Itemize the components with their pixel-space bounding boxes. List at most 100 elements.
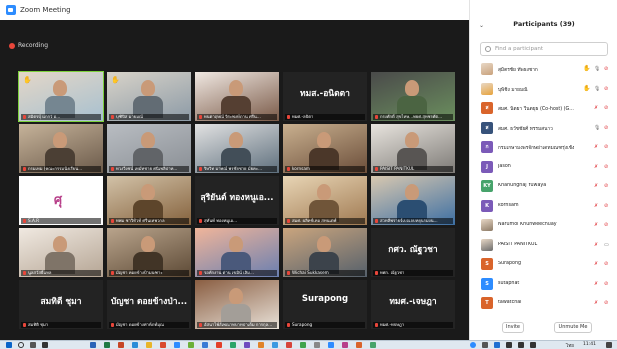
microphone-muted-icon[interactable]: ✗ [594, 222, 598, 228]
participant-row[interactable]: สุมิตรชัย ทัพธงชาก ✋ 🎙 ⊘ [470, 60, 617, 79]
start-icon[interactable] [6, 342, 12, 348]
participant-row[interactable]: Kkornsam ✗ ⊘ [470, 197, 617, 216]
video-tile[interactable]: กรงศักดิ์ สุขไทษ...ทยศ.สุหชรศัต... [371, 72, 455, 121]
video-off-icon[interactable]: ⊘ [604, 86, 608, 92]
task-view-icon[interactable] [30, 342, 36, 348]
chrome-icon[interactable] [160, 342, 166, 348]
video-tile[interactable]: Surapong Surapong [283, 280, 367, 329]
participant-row[interactable]: ส สมศ. ธวัชชัยศ์ ทรรมสนาว 🎙 ⊘ [470, 119, 617, 138]
video-off-icon[interactable]: ⊘ [604, 125, 608, 131]
tray-icon[interactable] [470, 342, 476, 348]
notification-icon[interactable] [606, 342, 612, 348]
video-camera-icon[interactable]: ▭ [604, 242, 609, 248]
taskbar-app-icon[interactable] [300, 342, 306, 348]
edge-icon[interactable] [132, 342, 138, 348]
microphone-icon[interactable]: 🎙 [594, 86, 600, 92]
taskbar-app-icon[interactable] [356, 342, 362, 348]
video-tile[interactable]: ทวงวีงชน์ เทมัทชาย ศนิเพลิปาท... [107, 124, 191, 173]
taskbar-app-icon[interactable] [370, 342, 376, 348]
participant-row[interactable]: J Jason ✗ ⊘ [470, 158, 617, 177]
participant-row[interactable]: Narumol Khunweechuay ✗ ⊘ [470, 216, 617, 235]
participant-row[interactable]: Ttawatchai ✗ ⊘ [470, 294, 617, 313]
invite-button[interactable]: Invite [502, 322, 524, 333]
video-tile[interactable]: kornsam [283, 124, 367, 173]
video-tile[interactable]: ศุ S.A.R [19, 176, 103, 225]
word-icon[interactable] [90, 342, 96, 348]
file-explorer-icon[interactable] [146, 342, 152, 348]
video-off-icon[interactable]: ⊘ [604, 105, 608, 111]
video-tile[interactable]: สมศ. ผลิทช์เทอ สทนเตพ์ [283, 176, 367, 225]
video-off-icon[interactable]: ⊘ [604, 144, 608, 150]
participant-row[interactable]: PAISIT PANITKUL ✗ ▭ [470, 236, 617, 255]
microphone-muted-icon[interactable]: ✗ [594, 300, 598, 306]
video-off-icon[interactable]: ⊘ [604, 203, 608, 209]
microphone-muted-icon[interactable]: ✗ [594, 183, 598, 189]
tray-icon[interactable] [506, 342, 512, 348]
taskbar-app-icon[interactable] [314, 342, 320, 348]
video-off-icon[interactable]: ⊘ [604, 66, 608, 72]
video-tile[interactable]: ริษวิท มาพณ์ พรชัยชาย มัยคะ... [195, 124, 279, 173]
video-tile[interactable]: บัญชา ดอยข้างป่า... มัญชา ดอยข้างท่าท์ภท์… [107, 280, 191, 329]
taskbar-app-icon[interactable] [202, 342, 208, 348]
video-tile[interactable]: สมทิตี ชุมา สมทิติ ชุมา [19, 280, 103, 329]
microphone-muted-icon[interactable]: ✗ [594, 281, 598, 287]
video-tile[interactable]: กศว. ณัฐวชา ทศก. ณัฐวชา [371, 228, 455, 277]
video-tile[interactable]: มัญชา คอยข้างป้ามนฑาะ [107, 228, 191, 277]
video-tile[interactable]: ทมส.-อนิตตา ทมศ.-ลบิตา [283, 72, 367, 121]
video-tile[interactable]: ทมศ.-เจษฎา ทมศ.-ทจษฎา [371, 280, 455, 329]
onedrive-icon[interactable] [494, 342, 500, 348]
clock[interactable]: 11:41 [583, 342, 596, 347]
line-icon[interactable] [188, 342, 194, 348]
video-tile[interactable]: ทพม ชาวิทัวท์ ศรีนเทพวกล [107, 176, 191, 225]
powerpoint-icon[interactable] [118, 342, 124, 348]
taskbar-app-icon[interactable] [244, 342, 250, 348]
participant-row[interactable]: KY Khanungnaj Yuwaya ✗ ⊘ [470, 177, 617, 196]
video-tile[interactable]: ทนตาฤษณ์ จิระพงษ์ภาน ศรีน... [195, 72, 279, 121]
participant-row[interactable]: S Surapong ✗ ⊘ [470, 255, 617, 274]
participant-row[interactable]: บุพิชิง มายมณิ ✋ 🎙 ⊘ [470, 80, 617, 99]
participant-row[interactable]: Ssutaphat ✗ ⊘ [470, 275, 617, 294]
microphone-muted-icon[interactable]: ✗ [594, 105, 598, 111]
microphone-muted-icon[interactable]: ✗ [594, 261, 598, 267]
taskbar-app-icon[interactable] [42, 342, 48, 348]
volume-icon[interactable] [530, 342, 536, 348]
video-tile[interactable]: สุริยันต์ ทองหนูเอ... สุทันท์ ทองทมูเอ... [195, 176, 279, 225]
microphone-muted-icon[interactable]: ✗ [594, 144, 598, 150]
language-indicator[interactable]: ไทย [566, 342, 574, 349]
microphone-icon[interactable]: 🎙 [594, 125, 600, 131]
video-tile[interactable]: กรมเทม (คณะกรรมนังเรียน... [19, 124, 103, 173]
video-off-icon[interactable]: ⊘ [604, 300, 608, 306]
participant-row[interactable]: ก กรมเกษามงพรจักษย่าเดทมณฑรุ่งเช้ง ✗ ⊘ [470, 138, 617, 157]
video-off-icon[interactable]: ⊘ [604, 164, 608, 170]
taskbar-app-icon[interactable] [258, 342, 264, 348]
video-off-icon[interactable]: ⊘ [604, 222, 608, 228]
taskbar-app-icon[interactable] [216, 342, 222, 348]
taskbar-app-icon[interactable] [272, 342, 278, 348]
microphone-muted-icon[interactable]: ✗ [594, 242, 598, 248]
unmute-me-button[interactable]: Unmute Me [554, 322, 592, 333]
microphone-muted-icon[interactable]: ✗ [594, 203, 598, 209]
microphone-muted-icon[interactable]: ✗ [594, 164, 598, 170]
taskbar-app-icon[interactable] [328, 342, 334, 348]
network-icon[interactable] [518, 342, 524, 348]
microphone-icon[interactable]: 🎙 [594, 66, 600, 72]
search-icon[interactable] [18, 342, 24, 348]
participant-row[interactable]: ส สมศ. นิตยา วีนตยุธ (Co-host) (G... ✗ ⊘ [470, 99, 617, 118]
video-tile[interactable]: อัสนาไพ์ส์เพณาทบาทปาเต็ม การกุล... [195, 280, 279, 329]
video-tile[interactable]: สวทลีพรายจ์เบณจบทยุนรมงน... [371, 176, 455, 225]
video-tile[interactable]: ✋ บุฑิปิส มายมณ์ [107, 72, 191, 121]
video-tile[interactable]: รอทักงาน ด่าน เขมิน์ เลิม... [195, 228, 279, 277]
video-off-icon[interactable]: ⊘ [604, 261, 608, 267]
recording-indicator[interactable]: Recording [9, 42, 48, 49]
tray-icon[interactable] [482, 342, 488, 348]
video-tile[interactable]: Wichai Sukkasem [283, 228, 367, 277]
video-off-icon[interactable]: ⊘ [604, 281, 608, 287]
taskbar-app-icon[interactable] [230, 342, 236, 348]
video-off-icon[interactable]: ⊘ [604, 183, 608, 189]
excel-icon[interactable] [104, 342, 110, 348]
participant-search-input[interactable]: Find a participant [480, 42, 608, 56]
video-tile[interactable]: นูลสวัสธิ์แหล [19, 228, 103, 277]
taskbar-app-icon[interactable] [342, 342, 348, 348]
video-tile[interactable]: ✋ สมิตรบุ์ แกกว่ อ... [18, 71, 104, 122]
zoom-taskbar-icon[interactable] [174, 342, 180, 348]
